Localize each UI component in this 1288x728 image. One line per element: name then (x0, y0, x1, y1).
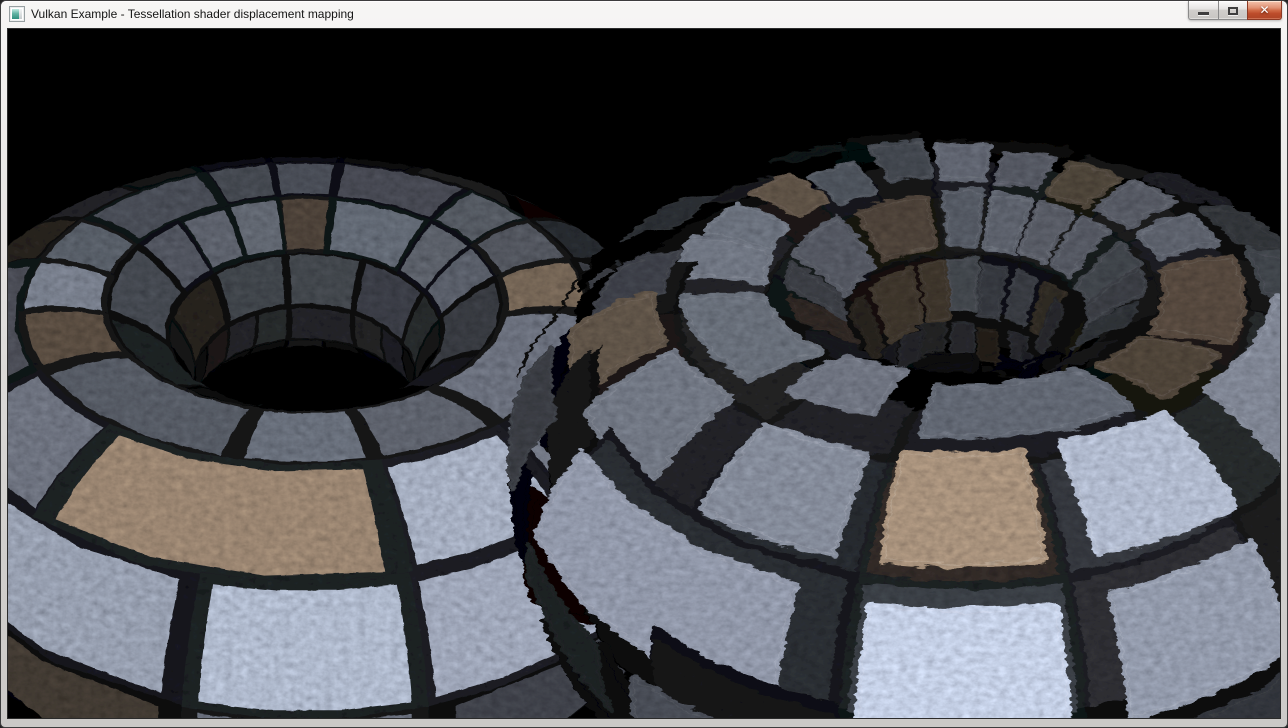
application-window: Vulkan Example - Tessellation shader dis… (0, 0, 1288, 728)
vulkan-render-surface[interactable] (8, 29, 1280, 718)
maximize-button[interactable] (1218, 1, 1247, 20)
maximize-icon (1228, 7, 1238, 15)
minimize-icon (1198, 12, 1209, 15)
window-controls: ✕ (1188, 1, 1282, 20)
application-icon-inner (11, 8, 23, 20)
render-client-area[interactable] (7, 28, 1281, 719)
title-bar[interactable]: Vulkan Example - Tessellation shader dis… (0, 0, 1288, 28)
torus-right-displaced (509, 133, 1280, 718)
minimize-button[interactable] (1188, 1, 1218, 20)
window-title: Vulkan Example - Tessellation shader dis… (31, 7, 354, 21)
close-icon: ✕ (1259, 2, 1269, 19)
application-icon (9, 6, 25, 22)
close-button[interactable]: ✕ (1247, 1, 1282, 20)
